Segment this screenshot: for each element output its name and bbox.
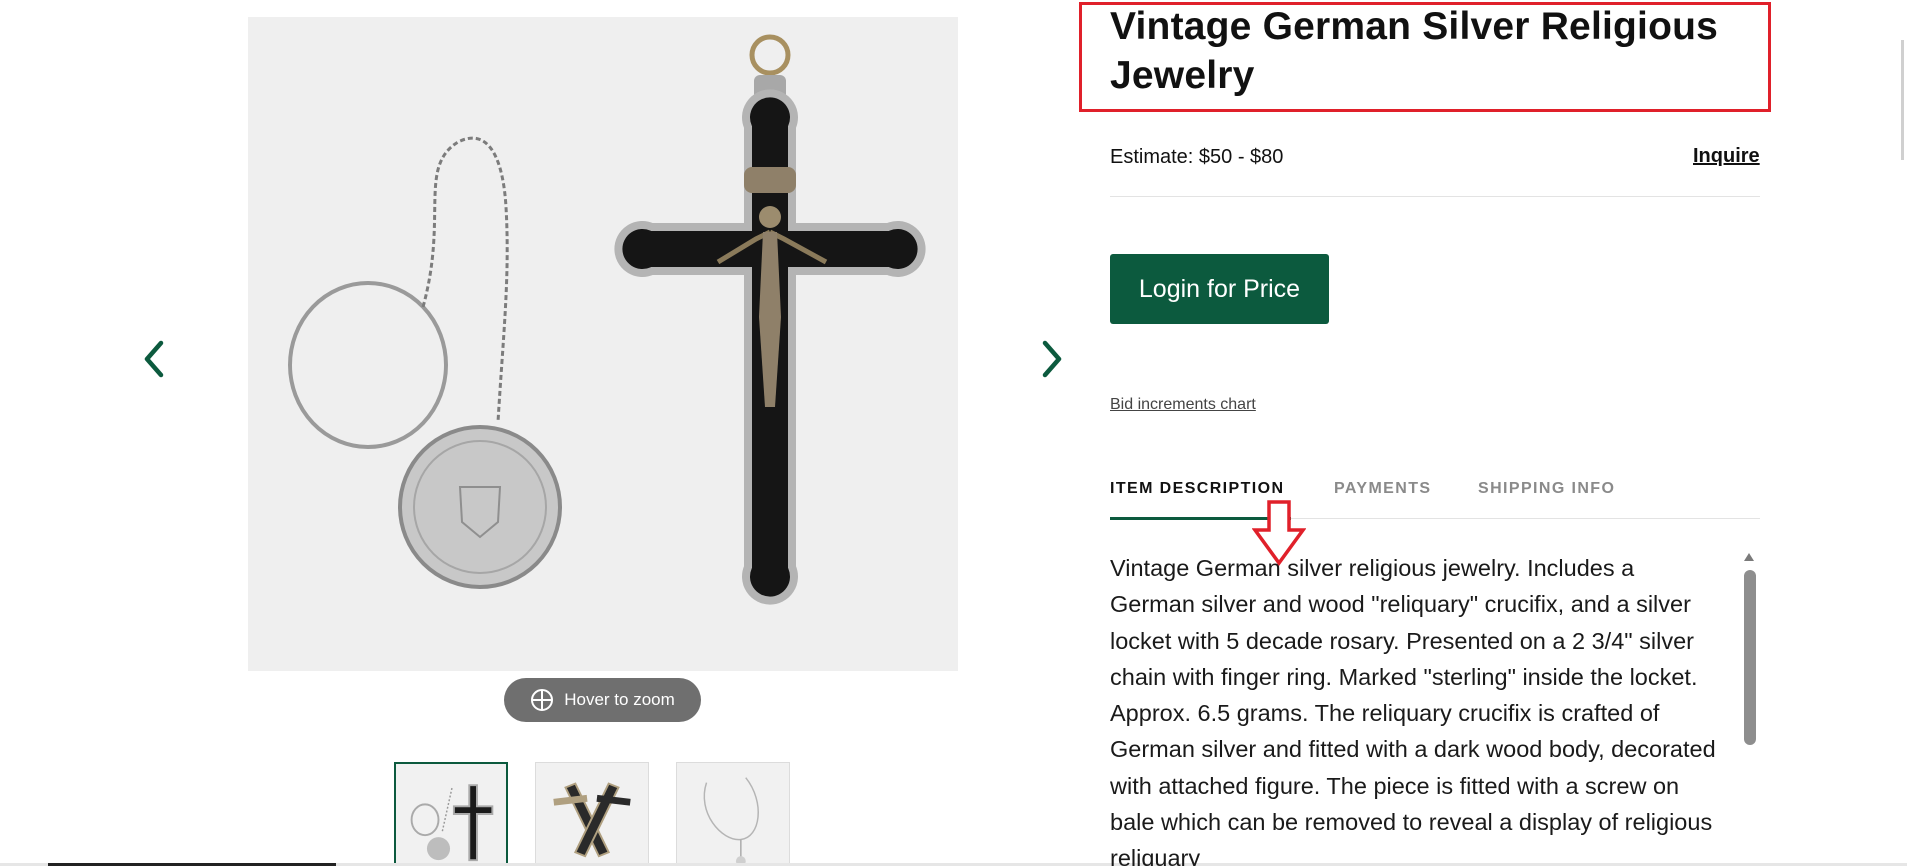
- description-scrollbar-thumb[interactable]: [1744, 570, 1756, 745]
- chevron-right-icon: [1042, 340, 1062, 378]
- product-title: Vintage German Silver Religious Jewelry: [1110, 5, 1719, 97]
- tab-bar: ITEM DESCRIPTION PAYMENTS SHIPPING INFO: [1110, 470, 1760, 520]
- estimate-text: Estimate: $50 - $80: [1110, 146, 1284, 168]
- item-description-text: Vintage German silver religious jewelry.…: [1110, 555, 1716, 866]
- login-for-price-button[interactable]: Login for Price: [1110, 254, 1329, 324]
- tab-payments[interactable]: PAYMENTS: [1334, 480, 1431, 498]
- scroll-up-arrow-icon[interactable]: [1742, 551, 1756, 563]
- down-arrow-icon: [1252, 500, 1306, 566]
- thumbnail-3[interactable]: [676, 762, 790, 866]
- crosshair-circle-icon: [531, 689, 554, 711]
- description-panel[interactable]: Vintage German silver religious jewelry.…: [1110, 550, 1760, 866]
- prev-image-button[interactable]: [134, 331, 174, 387]
- next-image-button[interactable]: [1032, 331, 1072, 387]
- thumbnail-image: [703, 777, 759, 865]
- tab-shipping-info[interactable]: SHIPPING INFO: [1478, 480, 1615, 498]
- window-edge-scrollbar[interactable]: [1901, 40, 1904, 160]
- inquire-link[interactable]: Inquire: [1693, 145, 1760, 168]
- tab-item-description[interactable]: ITEM DESCRIPTION: [1110, 480, 1284, 498]
- chevron-left-icon: [144, 340, 164, 378]
- main-product-image[interactable]: [248, 17, 958, 671]
- jewelry-photo: [288, 34, 926, 605]
- thumbnail-image: [553, 782, 631, 858]
- thumbnail-1[interactable]: [394, 762, 508, 866]
- thumbnail-image: [410, 784, 494, 862]
- divider: [1110, 196, 1760, 197]
- zoom-label: Hover to zoom: [564, 690, 675, 709]
- hover-to-zoom-pill[interactable]: Hover to zoom: [504, 678, 701, 722]
- thumbnail-2[interactable]: [535, 762, 649, 866]
- bid-increments-link[interactable]: Bid increments chart: [1110, 396, 1256, 414]
